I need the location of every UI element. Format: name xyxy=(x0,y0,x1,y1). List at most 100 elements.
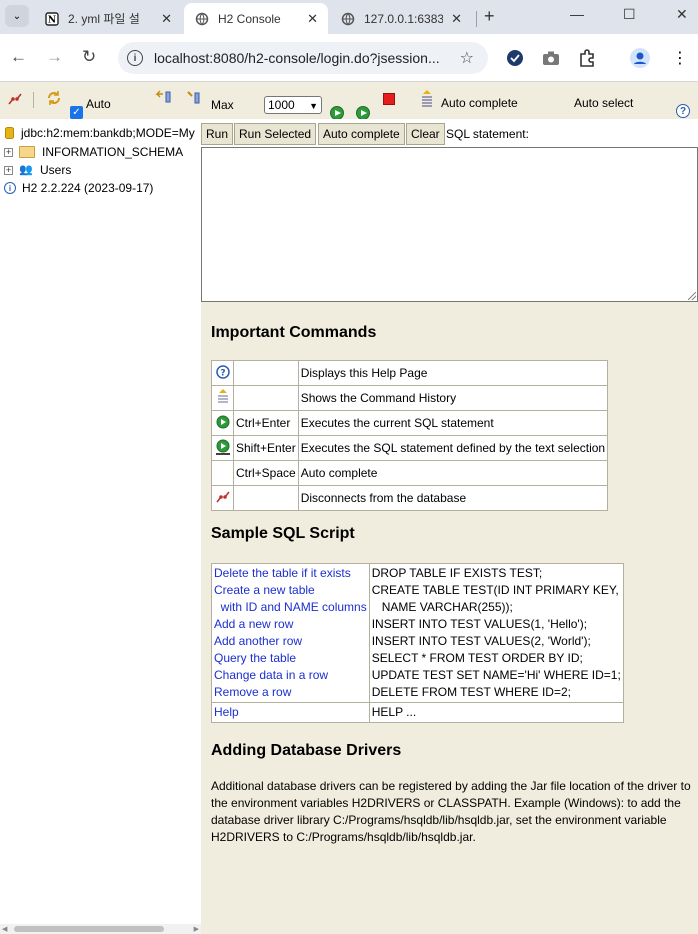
disconnect-icon[interactable] xyxy=(7,92,23,109)
help-icon[interactable]: ? xyxy=(676,104,690,118)
shortcut-cell: Ctrl+Enter xyxy=(233,410,299,436)
auto-commit-checkbox[interactable]: ✓ xyxy=(70,106,83,119)
sample-code-cell: DROP TABLE IF EXISTS TEST; CREATE TABLE … xyxy=(368,563,624,703)
kebab-menu-icon[interactable]: ⋮ xyxy=(670,48,690,68)
toolbar-separator xyxy=(33,92,34,108)
chevron-down-icon: ⌄ xyxy=(12,10,22,22)
site-info-icon[interactable]: i xyxy=(127,50,143,66)
scroll-right-icon[interactable]: ▶ xyxy=(194,925,199,933)
code-line: INSERT INTO TEST VALUES(1, 'Hello'); xyxy=(371,617,588,631)
run-button[interactable]: Run xyxy=(201,123,234,145)
description-cell: Executes the SQL statement defined by th… xyxy=(297,435,609,461)
table-row: Help HELP ... xyxy=(211,702,624,723)
run-selected-button[interactable]: Run Selected xyxy=(234,123,317,145)
resize-grip-icon[interactable] xyxy=(688,292,696,300)
table-row: Disconnects from the database xyxy=(211,485,609,511)
help-icon: ? xyxy=(211,360,234,386)
close-tab-icon[interactable]: ✕ xyxy=(307,11,318,27)
tree-node-information-schema[interactable]: + INFORMATION_SCHEMA xyxy=(4,145,183,159)
table-row: Ctrl+Enter Executes the current SQL stat… xyxy=(211,410,609,436)
horizontal-scrollbar[interactable]: ◀ ▶ xyxy=(0,924,201,934)
tab-h2-console[interactable]: H2 Console ✕ xyxy=(184,3,328,34)
table-row: Ctrl+Space Auto complete xyxy=(211,460,609,486)
run-selected-icon xyxy=(211,435,234,461)
sql-editor[interactable] xyxy=(201,147,698,302)
help-panel: Important Commands ? Displays this Help … xyxy=(201,302,698,934)
sample-link-create-columns[interactable]: with ID and NAME columns xyxy=(214,599,367,616)
important-commands-heading: Important Commands xyxy=(211,324,377,341)
close-tab-icon[interactable]: ✕ xyxy=(161,11,172,27)
run-icon xyxy=(211,410,234,436)
sample-link-drop[interactable]: Delete the table if it exists xyxy=(214,565,367,582)
shortcut-cell xyxy=(233,385,299,411)
camera-icon[interactable] xyxy=(541,48,561,68)
version-text: H2 2.2.224 (2023-09-17) xyxy=(22,181,154,195)
sample-link-select[interactable]: Query the table xyxy=(214,650,367,667)
tree-node-users[interactable]: + 👥 Users xyxy=(4,163,71,177)
tab-search-button[interactable]: ⌄ xyxy=(5,5,29,27)
shortcut-cell xyxy=(233,360,299,386)
sample-link-insert-1[interactable]: Add a new row xyxy=(214,616,367,633)
bookmark-star-icon[interactable]: ☆ xyxy=(460,48,474,68)
commit-icon[interactable] xyxy=(186,90,202,107)
expand-icon[interactable]: + xyxy=(4,165,13,175)
help-code-cell: HELP ... xyxy=(368,702,624,723)
shortcut-cell: Shift+Enter xyxy=(233,435,299,461)
minimize-icon[interactable]: — xyxy=(570,6,584,22)
clear-button[interactable]: Clear xyxy=(406,123,445,145)
expand-icon[interactable]: + xyxy=(4,147,13,157)
help-link-cell: Help xyxy=(211,702,370,723)
url-text[interactable]: localhost:8080/h2-console/login.do?jsess… xyxy=(154,50,454,66)
run-icon[interactable] xyxy=(330,106,344,119)
browser-toolbar: ← → ↻ i localhost:8080/h2-console/login.… xyxy=(0,34,698,82)
table-row: Shows the Command History xyxy=(211,385,609,411)
tree-node-label: Users xyxy=(40,163,72,177)
max-rows-label: Max xyxy=(211,98,234,112)
description-cell: Displays this Help Page xyxy=(297,360,609,386)
reload-icon[interactable]: ↻ xyxy=(82,47,96,67)
auto-commit-label: Auto xyxy=(86,97,111,111)
tree-version: i H2 2.2.224 (2023-09-17) xyxy=(4,181,153,195)
stop-icon[interactable] xyxy=(383,93,395,105)
auto-complete-button[interactable]: Auto complete xyxy=(318,123,405,145)
maximize-icon[interactable]: ☐ xyxy=(623,6,636,23)
max-rows-select[interactable]: 1000 ▼ xyxy=(264,96,322,114)
sample-link-insert-2[interactable]: Add another row xyxy=(214,633,367,650)
address-bar[interactable]: i localhost:8080/h2-console/login.do?jse… xyxy=(118,42,488,74)
tab-localhost[interactable]: 127.0.0.1:6383 ✕ xyxy=(330,3,472,34)
rollback-icon[interactable] xyxy=(155,90,173,107)
code-line: NAME VARCHAR(255)); xyxy=(371,600,513,614)
scroll-left-icon[interactable]: ◀ xyxy=(2,925,7,933)
shortcut-cell: Ctrl+Space xyxy=(233,460,299,486)
sample-link-update[interactable]: Change data in a row xyxy=(214,667,367,684)
commands-table: ? Displays this Help Page Shows the Comm… xyxy=(211,360,609,511)
code-line: CREATE TABLE TEST(ID INT PRIMARY KEY, xyxy=(371,583,619,597)
run-selected-icon[interactable] xyxy=(356,106,370,119)
help-link[interactable]: Help xyxy=(214,704,367,721)
scrollbar-thumb[interactable] xyxy=(14,926,164,932)
forward-arrow-icon[interactable]: → xyxy=(46,47,63,67)
new-tab-button[interactable]: + xyxy=(484,6,495,27)
refresh-icon[interactable] xyxy=(46,90,62,109)
back-arrow-icon[interactable]: ← xyxy=(10,47,27,67)
tab-title: H2 Console xyxy=(218,11,281,26)
sample-sql-table: Delete the table if it exists Create a n… xyxy=(211,563,624,723)
extension-check-icon[interactable] xyxy=(505,48,525,68)
profile-avatar-icon[interactable] xyxy=(630,48,650,68)
globe-icon xyxy=(194,11,210,27)
users-icon: 👥 xyxy=(19,164,33,176)
close-window-icon[interactable]: ✕ xyxy=(676,6,688,23)
h2-toolbar: ✓ Auto Max 1000 ▼ Auto complete Auto sele… xyxy=(0,82,698,119)
tab-yml[interactable]: N 2. yml 파일 설 ✕ xyxy=(34,3,182,34)
description-cell: Executes the current SQL statement xyxy=(297,410,609,436)
history-icon[interactable] xyxy=(420,90,434,111)
sample-link-create[interactable]: Create a new table xyxy=(214,582,367,599)
sample-link-delete[interactable]: Remove a row xyxy=(214,684,367,701)
code-line: DROP TABLE IF EXISTS TEST; xyxy=(371,566,543,580)
tree-connection[interactable]: jdbc:h2:mem:bankdb;MODE=My xyxy=(5,126,195,140)
description-cell: Auto complete xyxy=(297,460,609,486)
code-line: INSERT INTO TEST VALUES(2, 'World'); xyxy=(371,634,591,648)
puzzle-extensions-icon[interactable] xyxy=(577,48,597,68)
drivers-paragraph: Additional database drivers can be regis… xyxy=(211,779,691,844)
close-tab-icon[interactable]: ✕ xyxy=(451,11,462,27)
